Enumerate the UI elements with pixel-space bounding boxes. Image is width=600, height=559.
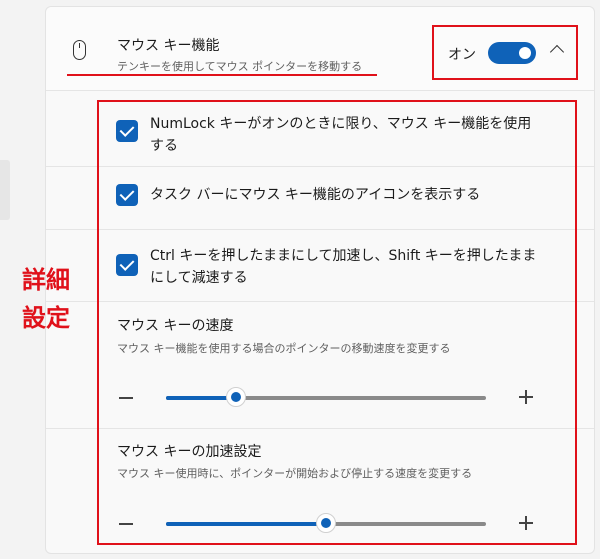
mouse-keys-title: マウス キー機能 — [117, 38, 220, 54]
toggle-highlight-box — [432, 25, 578, 80]
mouse-icon — [73, 40, 86, 60]
annotation-line-2: 設定 — [22, 304, 70, 332]
left-edge-strip — [0, 160, 10, 220]
details-highlight-box — [97, 100, 577, 545]
subtitle-highlight-underline — [67, 74, 377, 76]
annotation-line-1: 詳細 — [22, 266, 70, 294]
mouse-keys-subtitle: テンキーを使用してマウス ポインターを移動する — [117, 60, 363, 73]
